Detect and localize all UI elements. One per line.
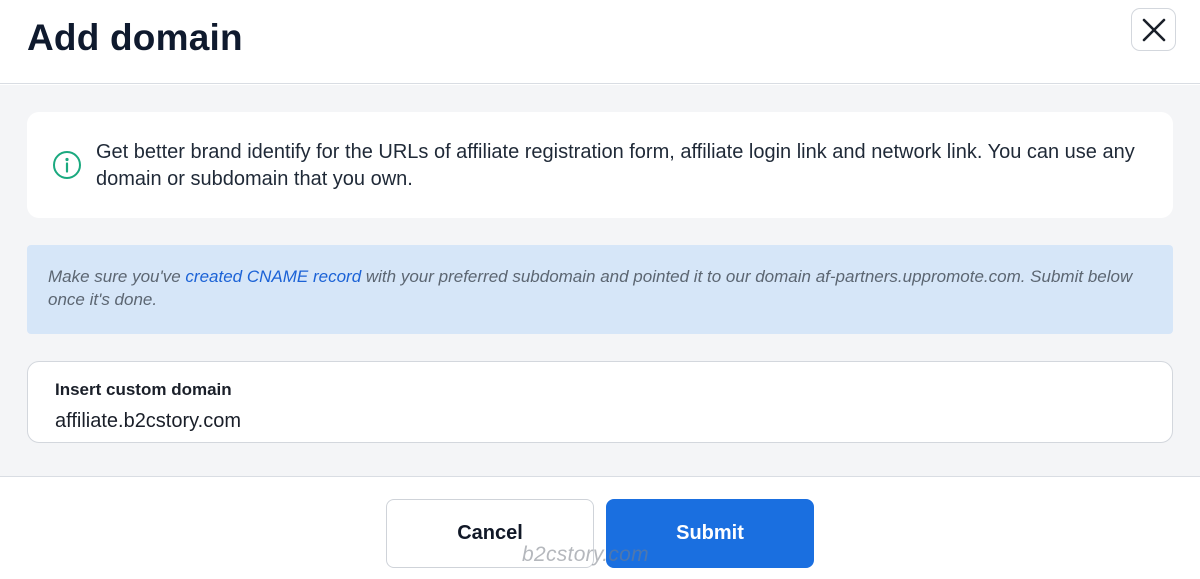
dialog-footer: Cancel Submit: [0, 478, 1200, 579]
info-text: Get better brand identify for the URLs o…: [96, 141, 1135, 190]
info-circle-icon: [53, 151, 81, 179]
add-domain-dialog: Add domain Get better brand identify for…: [0, 0, 1200, 579]
cancel-button[interactable]: Cancel: [386, 499, 594, 568]
notice-text-before: Make sure you've: [48, 267, 186, 286]
dialog-body: Get better brand identify for the URLs o…: [0, 85, 1200, 477]
custom-domain-input[interactable]: [55, 406, 1135, 436]
cname-notice: Make sure you've created CNAME record wi…: [27, 245, 1173, 334]
submit-button[interactable]: Submit: [606, 499, 814, 568]
close-button[interactable]: [1131, 8, 1176, 51]
custom-domain-field[interactable]: Insert custom domain: [27, 361, 1173, 443]
dialog-title: Add domain: [27, 17, 243, 58]
cname-record-link[interactable]: created CNAME record: [185, 267, 361, 286]
custom-domain-label: Insert custom domain: [55, 380, 232, 399]
info-card: Get better brand identify for the URLs o…: [27, 112, 1173, 218]
dialog-header: Add domain: [0, 0, 1200, 84]
notice-text: Make sure you've created CNAME record wi…: [48, 265, 1148, 311]
close-icon: [1142, 18, 1165, 41]
